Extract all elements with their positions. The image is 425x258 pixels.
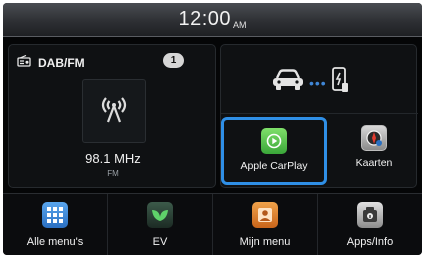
antenna-icon xyxy=(97,94,131,129)
head-unit-screen: 12:00 AM DAB/FM 1 98.1 MHz FM ••• Apple … xyxy=(3,3,422,255)
connectivity-widget: ••• Apple CarPlay Kaarten xyxy=(220,44,418,188)
station-tile[interactable] xyxy=(82,79,146,143)
maps-button[interactable]: Kaarten xyxy=(333,117,415,185)
radio-band: FM xyxy=(107,169,119,178)
bottom-nav: Alle menu's EV Mijn menu Apps/Info xyxy=(3,193,422,255)
compass-icon xyxy=(361,125,387,151)
apple-carplay-button[interactable]: Apple CarPlay xyxy=(221,117,327,185)
leaf-icon xyxy=(147,202,173,228)
car-icon xyxy=(271,69,305,96)
panel-divider xyxy=(221,113,418,114)
ev-label: EV xyxy=(152,236,168,248)
clock-ampm: AM xyxy=(233,19,247,30)
all-menus-label: Alle menu's xyxy=(26,236,84,248)
my-menu-label: Mijn menu xyxy=(239,236,291,248)
radio-source-icon xyxy=(17,54,31,72)
carplay-label: Apple CarPlay xyxy=(240,160,308,172)
ev-button[interactable]: EV xyxy=(108,194,213,255)
radio-widget[interactable]: DAB/FM 1 98.1 MHz FM xyxy=(8,44,216,188)
clock: 12:00 xyxy=(178,8,232,30)
my-menu-button[interactable]: Mijn menu xyxy=(213,194,318,255)
preset-badge: 1 xyxy=(163,53,184,68)
apps-info-icon xyxy=(357,202,383,228)
carplay-icon xyxy=(261,128,287,154)
phone-link-status: ••• xyxy=(271,67,349,98)
link-dots: ••• xyxy=(309,74,327,91)
radio-frequency: 98.1 MHz xyxy=(85,151,141,166)
all-menus-button[interactable]: Alle menu's xyxy=(3,194,108,255)
phone-icon xyxy=(331,67,349,98)
radio-title: DAB/FM xyxy=(38,56,85,70)
status-bar: 12:00 AM xyxy=(3,3,422,37)
apps-info-label: Apps/Info xyxy=(346,236,394,248)
maps-label: Kaarten xyxy=(355,157,393,169)
grid-icon xyxy=(42,202,68,228)
apps-info-button[interactable]: Apps/Info xyxy=(318,194,422,255)
user-menu-icon xyxy=(252,202,278,228)
radio-header: DAB/FM xyxy=(17,54,85,72)
